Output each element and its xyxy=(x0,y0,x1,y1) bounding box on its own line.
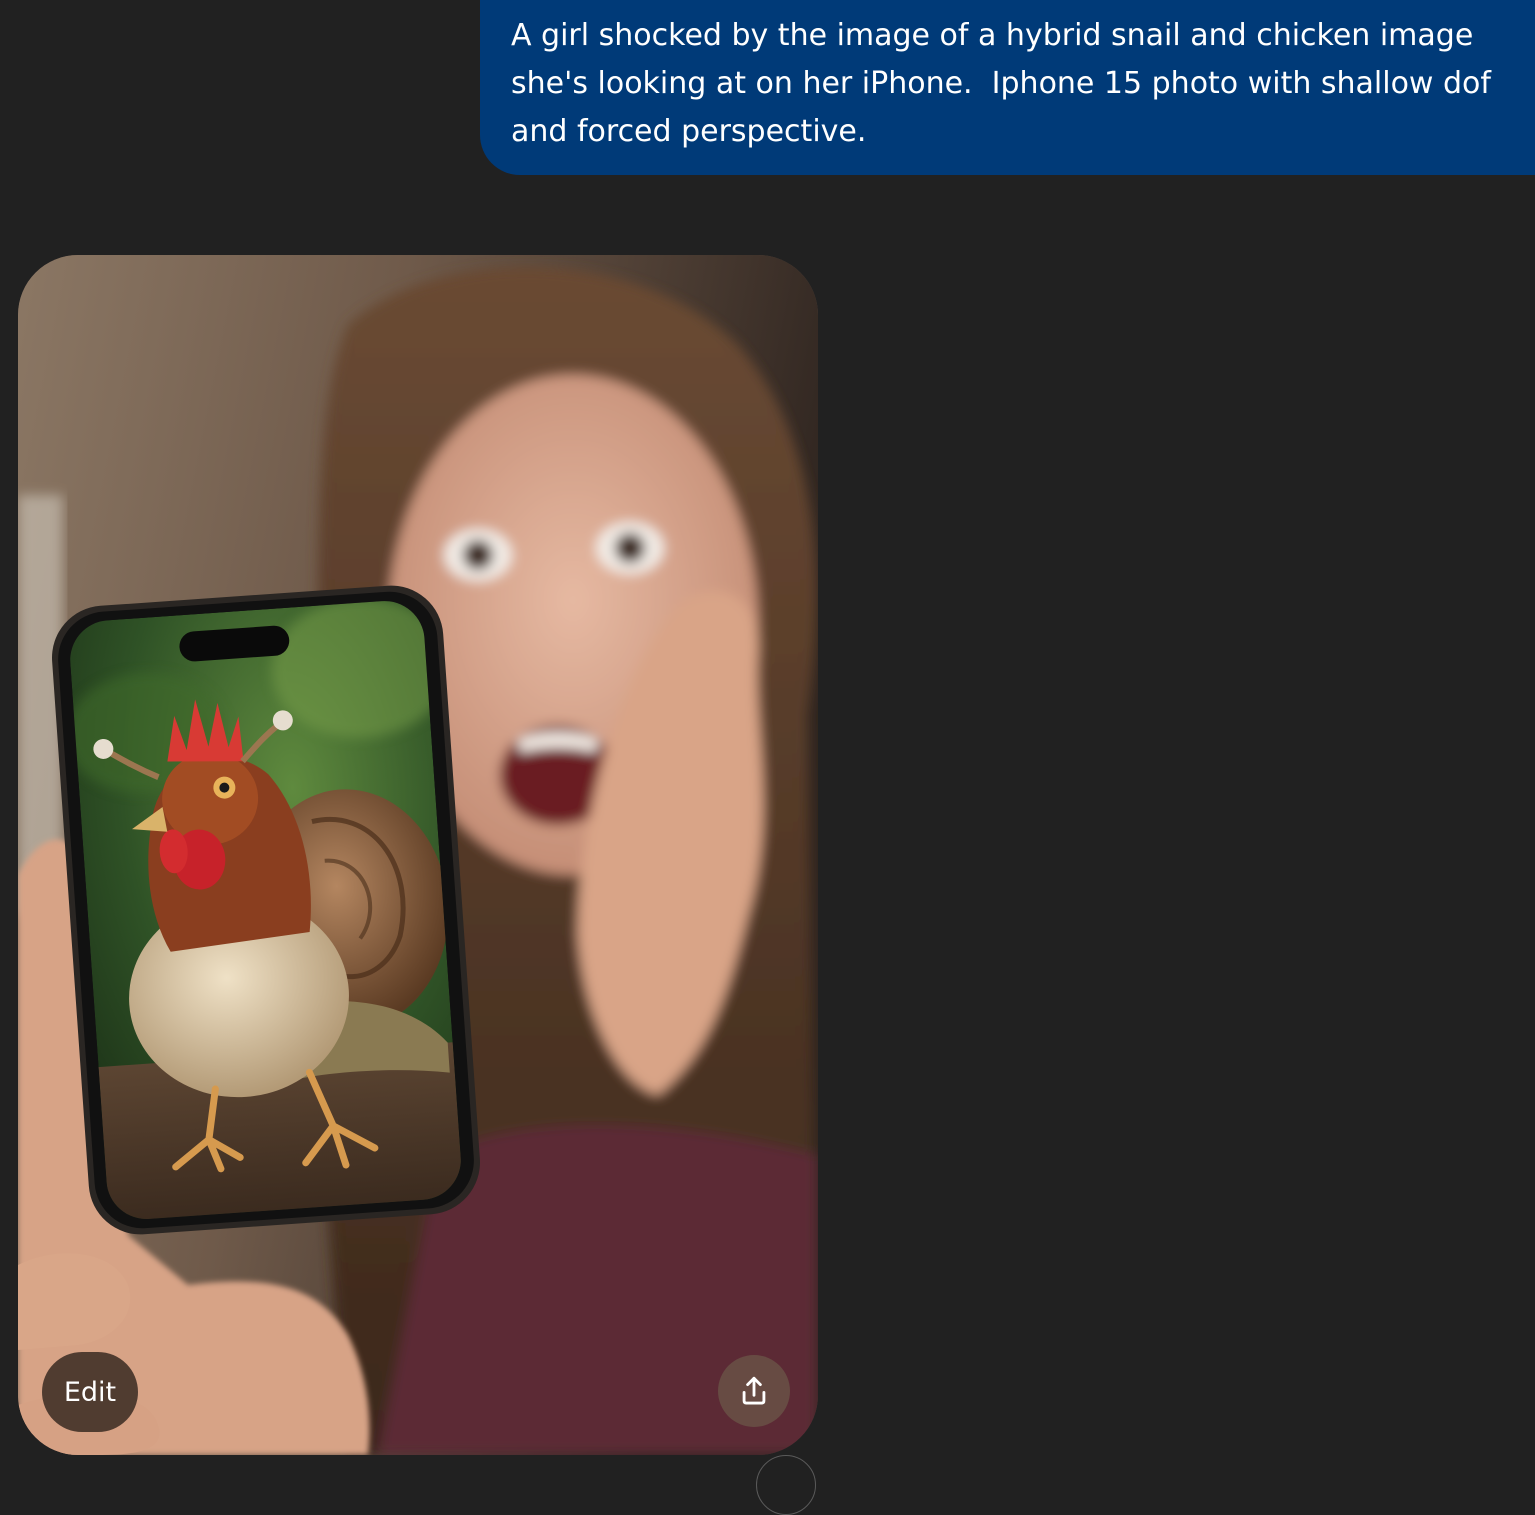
share-button[interactable] xyxy=(718,1355,790,1427)
edit-button-label: Edit xyxy=(63,1376,117,1408)
user-prompt-text: A girl shocked by the image of a hybrid … xyxy=(511,18,1501,149)
generated-image-card[interactable] xyxy=(18,255,818,1455)
share-upload-icon xyxy=(742,1376,766,1405)
user-prompt-bubble: A girl shocked by the image of a hybrid … xyxy=(480,0,1535,175)
edit-button[interactable]: Edit xyxy=(42,1352,138,1432)
scroll-down-button[interactable] xyxy=(756,1455,816,1515)
generated-image xyxy=(18,255,818,1455)
